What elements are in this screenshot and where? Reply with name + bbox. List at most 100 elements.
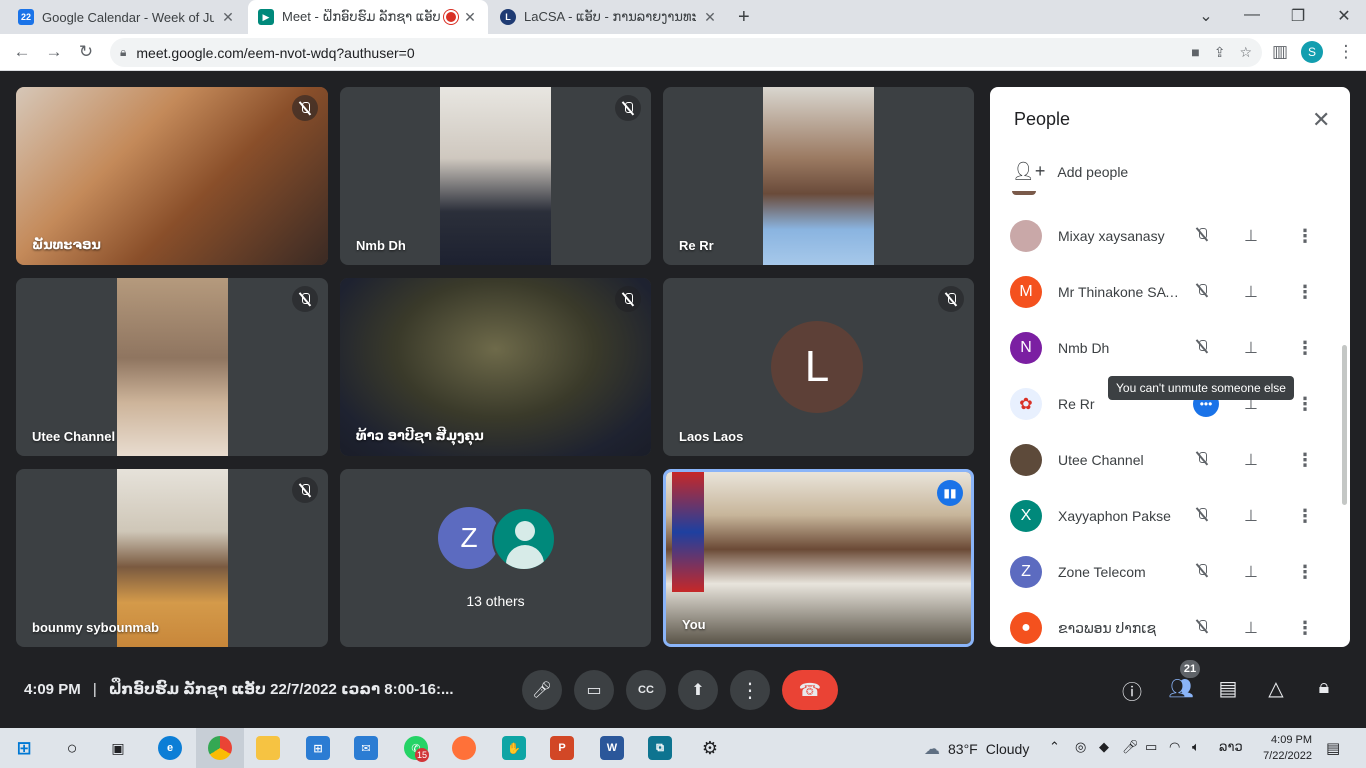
new-tab-button[interactable]: + xyxy=(738,6,750,29)
participant-row[interactable]: N Nmb Dh ⊥ ⋮ xyxy=(990,320,1340,376)
side-panel-icon[interactable]: ▥ xyxy=(1270,42,1290,62)
wifi-icon[interactable]: ◠ xyxy=(1169,739,1180,755)
pin-icon[interactable]: ⊥ xyxy=(1244,338,1258,358)
muted-mic-icon[interactable] xyxy=(1197,564,1207,580)
weather-widget[interactable]: ☁ 83°F Cloudy xyxy=(924,739,1029,759)
bookmark-star-icon[interactable]: ☆ xyxy=(1239,44,1252,61)
participant-row[interactable]: X Xayyaphon Pakse ⊥ ⋮ xyxy=(990,488,1340,544)
pin-icon[interactable]: ⊥ xyxy=(1244,450,1258,470)
muted-mic-icon[interactable] xyxy=(1197,508,1207,524)
pin-icon[interactable]: ⊥ xyxy=(1244,618,1258,638)
video-tile[interactable]: ພັນທະຈອນ xyxy=(16,87,328,265)
add-people-button[interactable]: 👤︎+ Add people xyxy=(1012,161,1128,182)
captions-button[interactable]: CC xyxy=(626,670,666,710)
others-tile[interactable]: Z 13 others xyxy=(340,469,651,647)
host-controls-icon[interactable]: 🔒︎ xyxy=(1311,676,1337,699)
video-tile[interactable]: Re Rr xyxy=(663,87,974,265)
chevron-up-icon[interactable]: ⌃ xyxy=(1049,739,1060,755)
share-icon[interactable]: ⇪ xyxy=(1214,44,1226,61)
video-tile[interactable]: Nmb Dh xyxy=(340,87,651,265)
more-options-icon[interactable]: ⋮ xyxy=(1296,282,1314,303)
present-screen-button[interactable]: ⬆ xyxy=(678,670,718,710)
muted-mic-icon[interactable] xyxy=(1197,228,1207,244)
camera-icon[interactable]: ■ xyxy=(1191,44,1199,61)
tab-meet[interactable]: ▶ Meet - ຝຶກອົບຮົມ ລັກຊາ ແອັບ ✕ xyxy=(248,0,488,34)
system-clock[interactable]: 4:09 PM 7/22/2022 xyxy=(1254,732,1312,764)
pin-icon[interactable]: ⊥ xyxy=(1244,562,1258,582)
tray-app-icon[interactable]: ◎ xyxy=(1075,739,1086,755)
camera-button[interactable]: ▭ xyxy=(574,670,614,710)
battery-icon[interactable]: ▭ xyxy=(1145,739,1157,755)
settings-gear-icon[interactable]: ⚙ xyxy=(698,736,722,760)
video-tile[interactable]: ທ້າວ ອາປີຊາ ສີມຸງຄຸນ xyxy=(340,278,651,456)
app-icon[interactable]: ✋ xyxy=(502,736,526,760)
muted-mic-icon[interactable] xyxy=(1197,620,1207,636)
back-icon[interactable]: ← xyxy=(12,42,32,62)
word-icon[interactable]: W xyxy=(600,736,624,760)
video-tile[interactable]: L Laos Laos xyxy=(663,278,974,456)
participant-row[interactable]: Z Zone Telecom ⊥ ⋮ xyxy=(990,544,1340,600)
self-video-tile[interactable]: ▮▮ You xyxy=(663,469,974,647)
menu-icon[interactable]: ⋮ xyxy=(1336,42,1356,62)
microphone-tray-icon[interactable]: 🎤︎ xyxy=(1122,739,1139,755)
participant-name: Mixay xaysanasy xyxy=(1058,228,1165,244)
firefox-icon[interactable] xyxy=(452,736,476,760)
participant-row[interactable]: M Mr Thinakone SAY... ⊥ ⋮ xyxy=(990,264,1340,320)
leave-call-button[interactable]: ☎︎ xyxy=(782,670,838,710)
dropbox-icon[interactable]: ◆ xyxy=(1099,739,1109,755)
video-tile[interactable]: bounmy sybounmab xyxy=(16,469,328,647)
muted-mic-icon[interactable] xyxy=(1197,340,1207,356)
more-options-button[interactable]: ⋮ xyxy=(730,670,770,710)
more-options-icon[interactable]: ⋮ xyxy=(1296,226,1314,247)
more-options-icon[interactable]: ⋮ xyxy=(1296,618,1314,639)
more-options-icon[interactable]: ⋮ xyxy=(1296,338,1314,359)
edge-icon[interactable]: e xyxy=(158,736,182,760)
cloud-icon: ☁ xyxy=(924,741,940,758)
microphone-button[interactable]: 🎤︎ xyxy=(522,670,562,710)
minimize-button[interactable]: — xyxy=(1242,6,1262,24)
scrollbar[interactable] xyxy=(1342,345,1347,505)
more-options-icon[interactable]: ⋮ xyxy=(1296,450,1314,471)
search-icon[interactable]: ○ xyxy=(60,736,84,760)
muted-mic-icon[interactable] xyxy=(1197,452,1207,468)
pin-icon[interactable]: ⊥ xyxy=(1244,226,1258,246)
store-icon[interactable]: ⊞ xyxy=(306,736,330,760)
tab-lacsa[interactable]: L LaCSA - ແອັບ - ການລາຍງານທະຄີກັນ ✕ xyxy=(490,0,728,34)
more-options-icon[interactable]: ⋮ xyxy=(1296,506,1314,527)
speaker-icon[interactable]: 🔈︎ xyxy=(1192,739,1200,755)
close-tab-icon[interactable]: ✕ xyxy=(462,9,478,26)
url-field[interactable]: 🔒︎ meet.google.com/eem-nvot-wdq?authuser… xyxy=(110,38,1262,67)
restore-button[interactable]: ❐ xyxy=(1288,6,1308,26)
video-tile[interactable]: Utee Channel xyxy=(16,278,328,456)
file-explorer-icon[interactable] xyxy=(256,736,280,760)
pin-icon[interactable]: ⊥ xyxy=(1244,506,1258,526)
profile-avatar[interactable]: S xyxy=(1301,41,1323,63)
chrome-icon[interactable] xyxy=(208,736,232,760)
close-window-button[interactable]: ✕ xyxy=(1334,6,1354,26)
task-view-icon[interactable]: ▣ xyxy=(106,736,130,760)
close-tab-icon[interactable]: ✕ xyxy=(702,9,718,26)
pin-icon[interactable]: ⊥ xyxy=(1244,282,1258,302)
windows-start-icon[interactable]: ⊞ xyxy=(12,736,36,760)
forward-icon[interactable]: → xyxy=(44,42,64,62)
activities-icon[interactable]: △ xyxy=(1263,676,1289,701)
more-options-icon[interactable]: ⋮ xyxy=(1296,562,1314,583)
close-tab-icon[interactable]: ✕ xyxy=(220,9,236,26)
close-icon[interactable]: ✕ xyxy=(1312,107,1330,133)
powerpoint-icon[interactable]: P xyxy=(550,736,574,760)
reload-icon[interactable]: ↻ xyxy=(76,42,96,62)
people-icon[interactable]: 👥︎ xyxy=(1168,676,1194,701)
chat-icon[interactable]: ▤ xyxy=(1215,676,1241,701)
tab-google-calendar[interactable]: 22 Google Calendar - Week of July 1 ✕ xyxy=(8,0,246,34)
remote-desktop-icon[interactable]: ⧉ xyxy=(648,736,672,760)
more-options-icon[interactable]: ⋮ xyxy=(1296,394,1314,415)
participant-row[interactable]: ● ຂາວພອນ ປາກເຊ ⊥ ⋮ xyxy=(990,600,1340,647)
language-indicator[interactable]: ລາວ xyxy=(1219,739,1243,755)
mail-icon[interactable]: ✉ xyxy=(354,736,378,760)
meeting-details-icon[interactable]: ⓘ xyxy=(1119,676,1145,705)
participant-row[interactable]: Mixay xaysanasy ⊥ ⋮ xyxy=(990,208,1340,264)
tab-search-icon[interactable]: ⌄ xyxy=(1196,6,1216,26)
muted-mic-icon[interactable] xyxy=(1197,284,1207,300)
participant-row[interactable]: Utee Channel ⊥ ⋮ xyxy=(990,432,1340,488)
notifications-icon[interactable]: ▤ xyxy=(1326,739,1340,757)
